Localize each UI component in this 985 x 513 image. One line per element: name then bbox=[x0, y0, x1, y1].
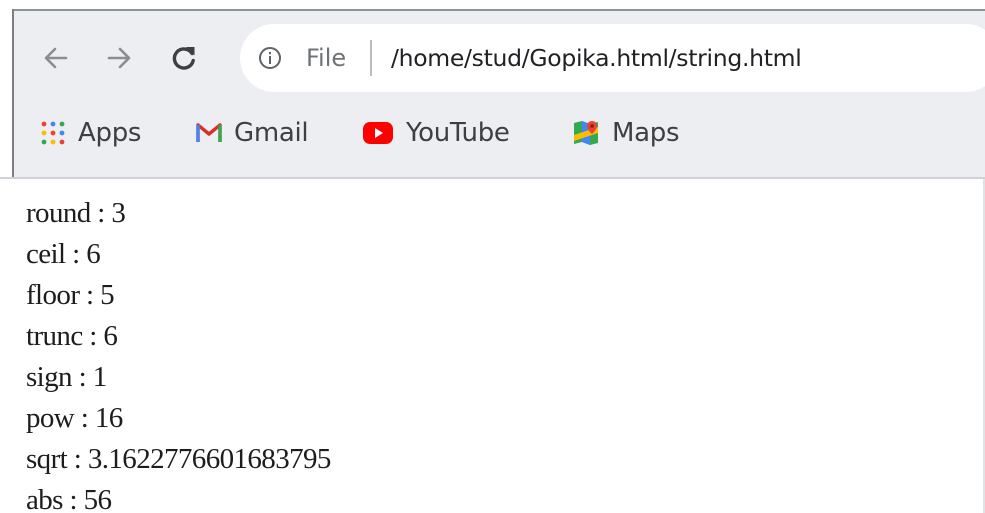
info-icon[interactable] bbox=[258, 46, 282, 70]
page-content: round : 3 ceil : 6 floor : 5 trunc : 6 s… bbox=[26, 193, 966, 513]
address-separator bbox=[370, 40, 372, 76]
bookmark-label: YouTube bbox=[406, 118, 510, 148]
scheme-label: File bbox=[306, 44, 347, 72]
apps-grid-icon bbox=[41, 121, 65, 145]
forward-arrow-icon bbox=[107, 47, 131, 69]
window-left-border bbox=[12, 9, 14, 179]
youtube-icon bbox=[363, 122, 393, 144]
output-line-abs: abs : 56 bbox=[26, 484, 112, 513]
bookmark-maps[interactable]: Maps bbox=[572, 113, 680, 153]
output-line-round: round : 3 bbox=[26, 197, 126, 229]
tab-strip-border bbox=[14, 9, 985, 11]
output-line-sqrt: sqrt : 3.1622776601683795 bbox=[26, 443, 331, 475]
bookmark-apps[interactable]: Apps bbox=[40, 113, 141, 153]
url-text[interactable]: /home/stud/Gopika.html/string.html bbox=[391, 42, 802, 74]
output-line-trunc: trunc : 6 bbox=[26, 320, 118, 352]
address-bar[interactable]: File /home/stud/Gopika.html/string.html bbox=[240, 24, 985, 92]
reload-icon bbox=[172, 47, 195, 70]
bookmark-label: Gmail bbox=[234, 118, 309, 148]
output-line-sign: sign : 1 bbox=[26, 361, 107, 393]
back-button[interactable] bbox=[38, 40, 74, 76]
bookmark-label: Maps bbox=[612, 118, 680, 148]
bookmark-youtube[interactable]: YouTube bbox=[362, 113, 510, 153]
output-line-floor: floor : 5 bbox=[26, 279, 115, 311]
bookmark-gmail[interactable]: Gmail bbox=[196, 113, 309, 153]
browser-window: File /home/stud/Gopika.html/string.html … bbox=[0, 0, 985, 513]
output-line-pow: pow : 16 bbox=[26, 402, 123, 434]
output-line-ceil: ceil : 6 bbox=[26, 238, 101, 270]
bookmark-label: Apps bbox=[78, 118, 142, 148]
reload-button[interactable] bbox=[166, 40, 202, 76]
back-arrow-icon bbox=[44, 47, 68, 69]
forward-button[interactable] bbox=[101, 40, 137, 76]
maps-icon bbox=[574, 121, 598, 145]
toolbar-divider bbox=[0, 177, 985, 179]
gmail-icon bbox=[196, 123, 222, 142]
